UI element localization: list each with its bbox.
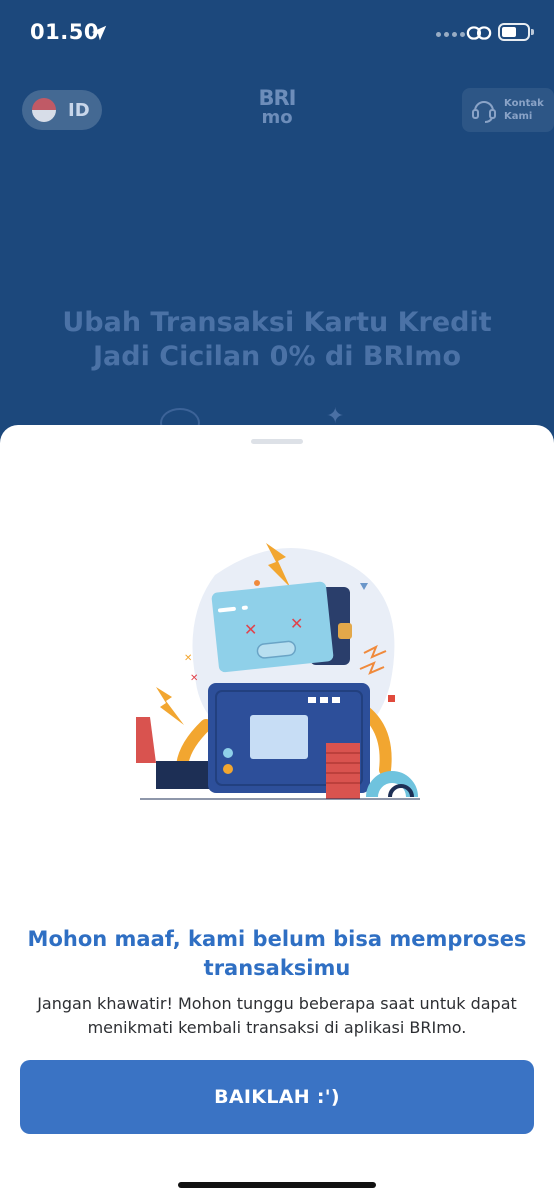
- svg-text:✕: ✕: [184, 653, 192, 664]
- contact-label: Kontak Kami: [504, 97, 544, 123]
- location-arrow-icon: [91, 25, 107, 41]
- brand-line1: BRI: [258, 86, 297, 110]
- background-app-screen: 01.50 ID BRI mo Kontak Kami Ubah Transak…: [0, 0, 554, 470]
- error-title: Mohon maaf, kami belum bisa memproses tr…: [27, 927, 527, 980]
- confirm-button[interactable]: BAIKLAH :'): [20, 1060, 534, 1134]
- link-icon: [466, 26, 492, 40]
- cellular-signal-icon: [436, 32, 465, 37]
- contact-line1: Kontak: [504, 98, 544, 109]
- language-selector[interactable]: ID: [22, 90, 102, 130]
- promo-title: Ubah Transaksi Kartu Kredit Jadi Cicilan…: [62, 307, 492, 372]
- error-bottom-sheet: ✕ ✕ ✕ ✕ Mohon maaf, kami belum bisa memp…: [0, 425, 554, 1200]
- error-description: Jangan khawatir! Mohon tunggu beberapa s…: [37, 994, 517, 1037]
- battery-icon: [498, 23, 534, 41]
- dim-overlay[interactable]: [0, 0, 554, 470]
- status-time: 01.50: [30, 20, 99, 44]
- sheet-drag-handle[interactable]: [251, 439, 303, 444]
- contact-line2: Kami: [504, 111, 533, 122]
- home-indicator[interactable]: [178, 1182, 376, 1188]
- brimo-logo: BRI mo: [252, 88, 302, 134]
- contact-us-button[interactable]: Kontak Kami: [462, 88, 554, 132]
- svg-text:✕: ✕: [290, 614, 303, 633]
- status-bar: 01.50: [0, 0, 554, 66]
- headset-icon: [472, 101, 496, 123]
- indonesia-flag-icon: [32, 98, 56, 122]
- broken-robot-illustration: ✕ ✕ ✕ ✕: [136, 543, 420, 800]
- language-code: ID: [68, 99, 90, 121]
- svg-text:✕: ✕: [244, 620, 257, 639]
- brand-line2: mo: [261, 107, 293, 128]
- svg-text:✕: ✕: [190, 673, 198, 684]
